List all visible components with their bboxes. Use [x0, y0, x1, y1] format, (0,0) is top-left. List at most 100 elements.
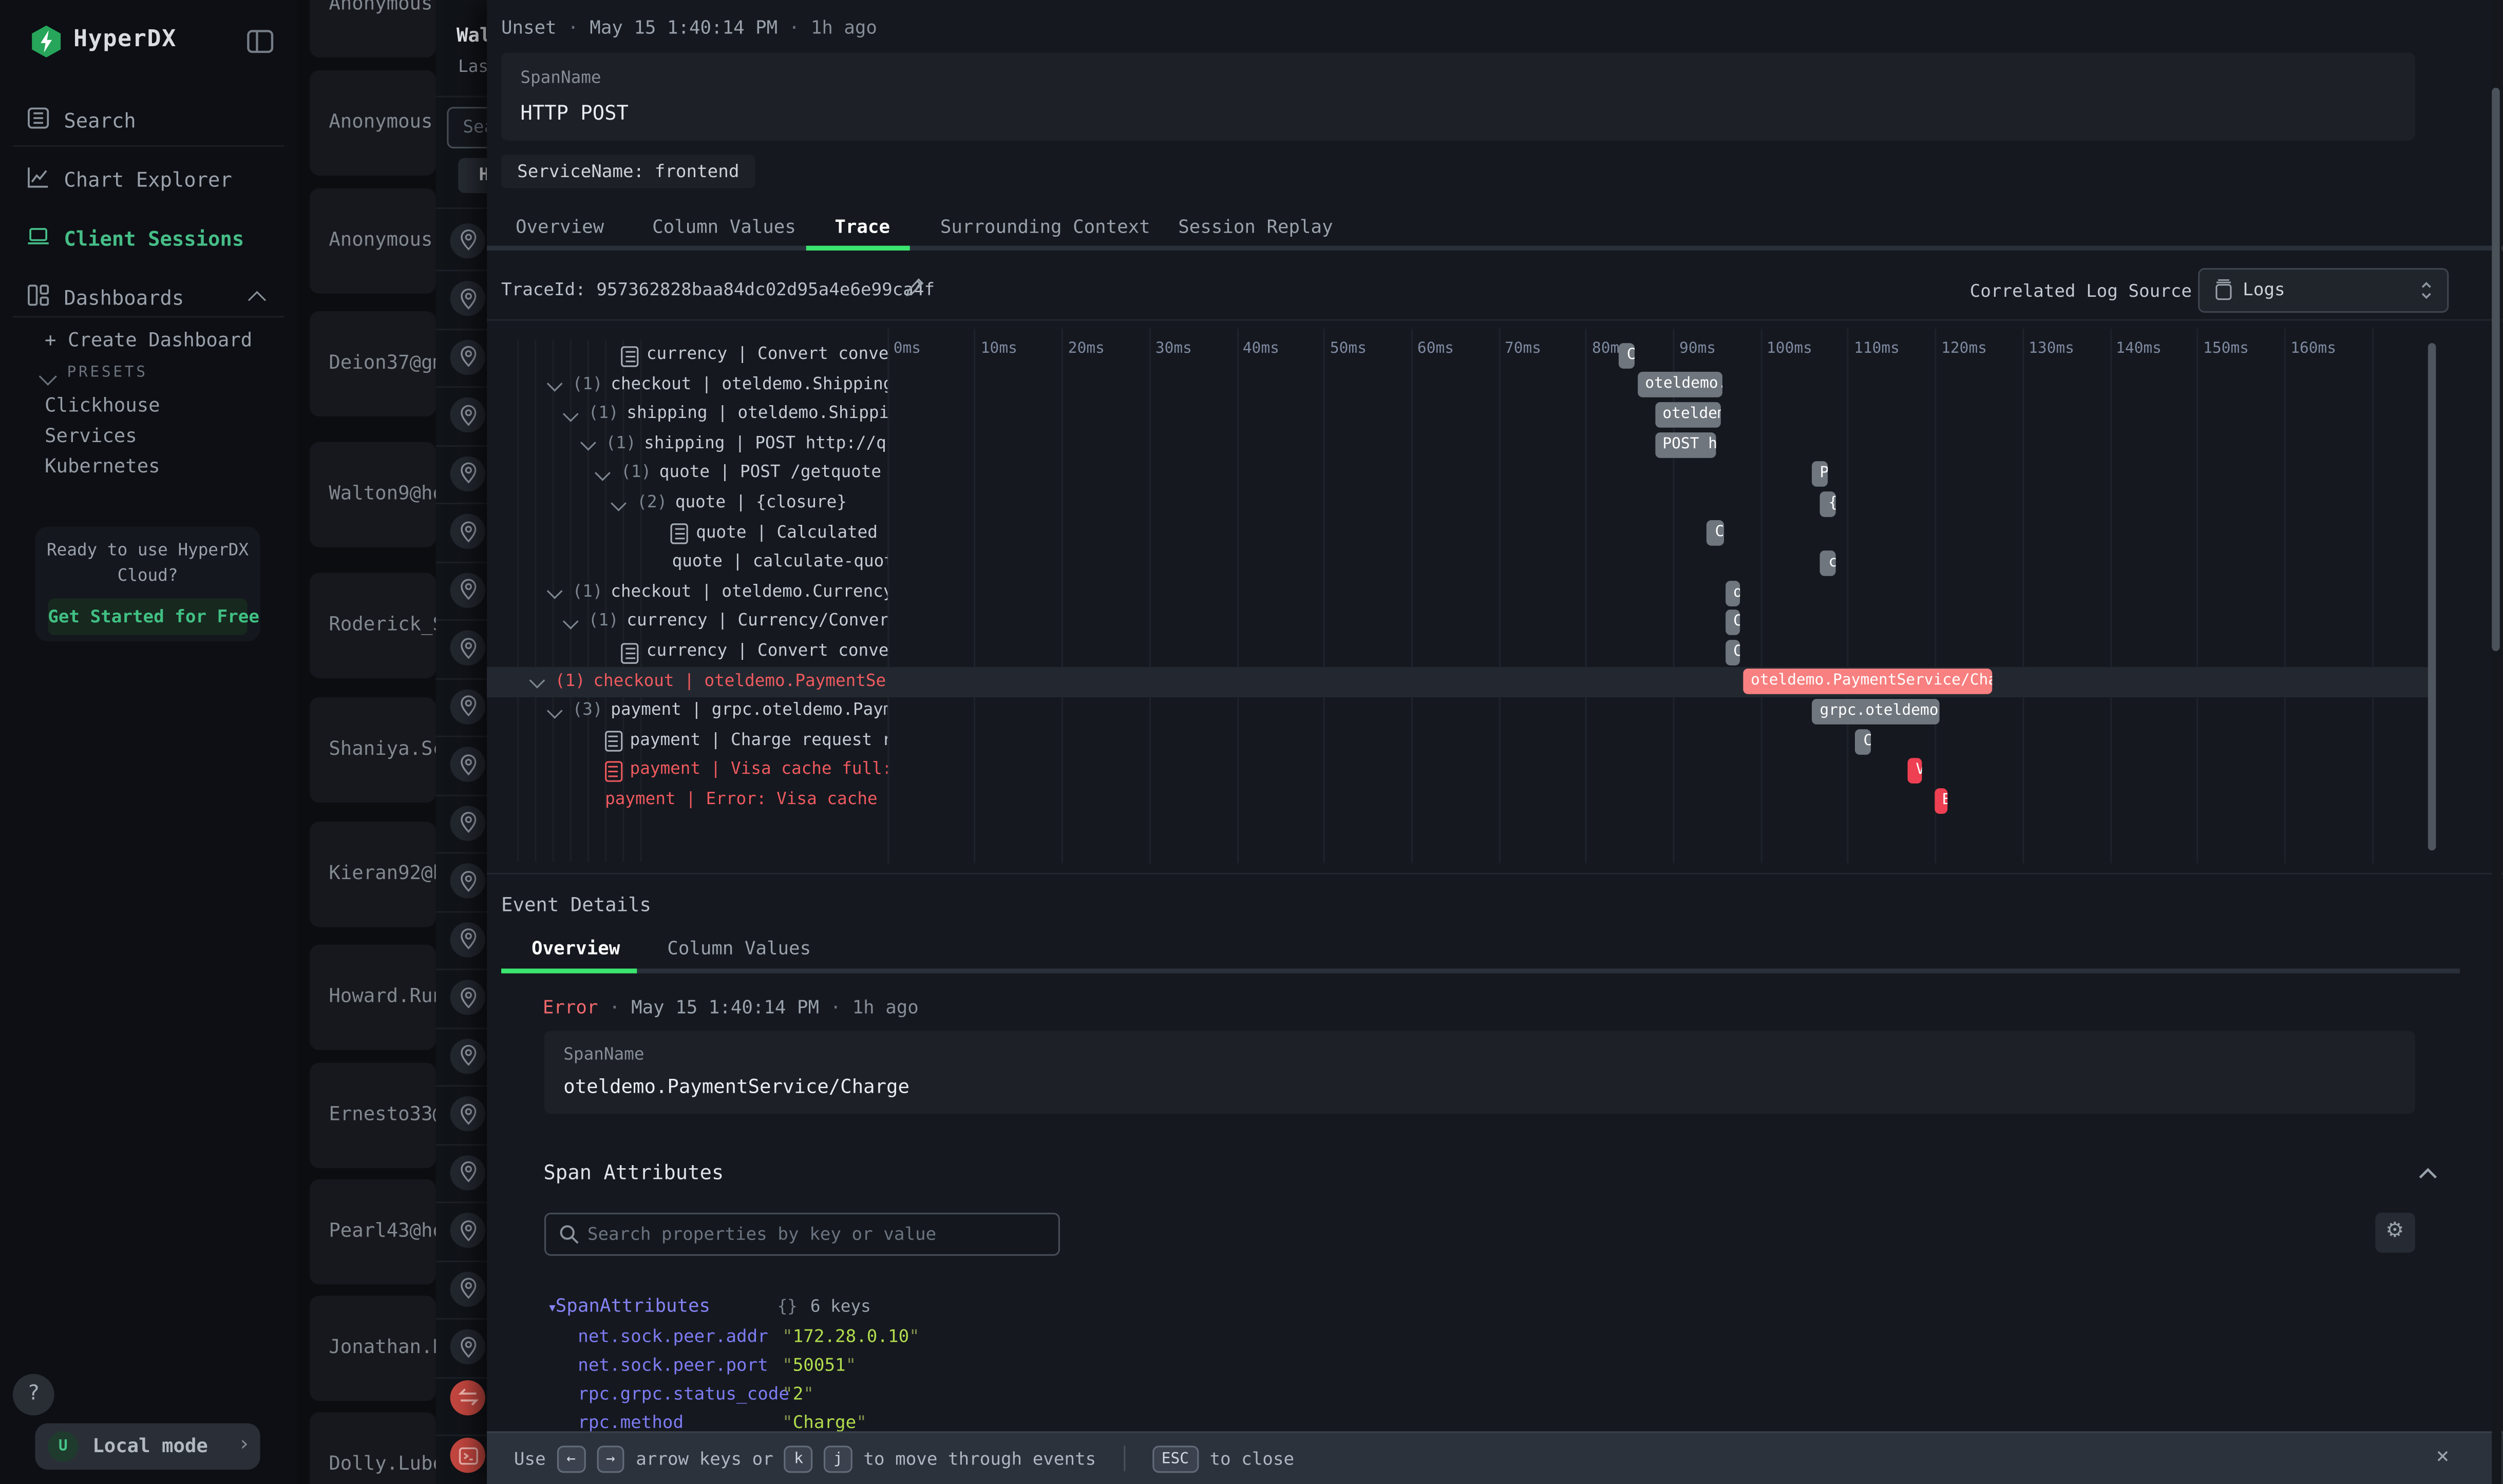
- span-bar[interactable]: {: [1821, 491, 1836, 517]
- location-pin-icon[interactable]: [450, 980, 485, 1015]
- session-card[interactable]: Howard.Run: [310, 945, 436, 1050]
- group-name[interactable]: SpanAttributes: [556, 1294, 710, 1317]
- location-pin-icon[interactable]: [450, 223, 485, 258]
- trace-tree-row[interactable]: currency | Convert convers…C: [0, 340, 2428, 370]
- row-chevron-down-icon[interactable]: [546, 376, 562, 392]
- row-chevron-down-icon[interactable]: [611, 494, 627, 510]
- trace-tree-row[interactable]: (1)shipping | oteldemo.Shipping…oteldemo: [0, 400, 2428, 430]
- span-bar[interactable]: V: [1908, 758, 1923, 784]
- terminal-icon[interactable]: [450, 1438, 485, 1473]
- sidebar-item-search[interactable]: Search: [0, 96, 297, 143]
- swap-arrows-icon[interactable]: [450, 1379, 485, 1414]
- row-chevron-down-icon[interactable]: [546, 702, 562, 718]
- location-pin-icon[interactable]: [450, 1038, 485, 1073]
- trace-tree-row[interactable]: (1)checkout | oteldemo.PaymentServi…otel…: [0, 667, 2428, 697]
- location-pin-icon[interactable]: [450, 922, 485, 957]
- span-bar[interactable]: oteldemo: [1655, 402, 1720, 428]
- location-pin-icon[interactable]: [450, 1097, 485, 1132]
- session-card[interactable]: Anonymous: [310, 70, 436, 176]
- span-bar[interactable]: o: [1725, 580, 1740, 606]
- trace-tree-row[interactable]: payment | Visa cache full: c…V: [0, 756, 2428, 786]
- close-icon[interactable]: ×: [2436, 1444, 2449, 1470]
- session-card[interactable]: Anonymous: [310, 188, 436, 294]
- span-bar[interactable]: C: [1725, 639, 1740, 665]
- tab-overview[interactable]: Overview: [516, 216, 604, 238]
- attributes-group-row[interactable]: ▾SpanAttributes{}6 keys: [549, 1288, 870, 1318]
- trace-tree-row[interactable]: payment | Error: Visa cache ful…E: [0, 786, 2428, 815]
- trace-tree-row[interactable]: quote | calculate-quotec: [0, 548, 2428, 578]
- session-card[interactable]: Anonymous: [310, 0, 436, 58]
- session-card[interactable]: Ernesto33@: [310, 1063, 436, 1168]
- attribute-key[interactable]: net.sock.peer.port: [578, 1354, 768, 1375]
- span-bar[interactable]: C: [1725, 610, 1740, 636]
- span-bar[interactable]: C: [1707, 521, 1723, 546]
- log-source-select[interactable]: Logs: [2198, 268, 2449, 313]
- row-chevron-down-icon[interactable]: [562, 614, 578, 630]
- location-pin-icon[interactable]: [450, 1329, 485, 1364]
- span-bar[interactable]: P: [1812, 462, 1828, 487]
- waterfall-scrollbar[interactable]: [2428, 343, 2436, 850]
- session-card[interactable]: Pearl43@ho: [310, 1179, 436, 1284]
- trace-tree-row[interactable]: (1)checkout | oteldemo.CurrencySe…o: [0, 578, 2428, 608]
- tab-overview[interactable]: Overview: [532, 937, 620, 959]
- location-pin-icon[interactable]: [450, 1155, 485, 1190]
- local-mode-button[interactable]: U Local mode ›: [35, 1423, 260, 1470]
- main-scrollbar-thumb[interactable]: [2492, 88, 2500, 651]
- span-bar[interactable]: POST ht: [1655, 432, 1716, 458]
- strip-search-input[interactable]: Sea: [447, 107, 487, 148]
- trace-tree-row[interactable]: (3)payment | grpc.oteldemo.Paymen…grpc.o…: [0, 697, 2428, 727]
- attribute-value[interactable]: "2": [782, 1383, 814, 1403]
- attribute-value[interactable]: "172.28.0.10": [782, 1325, 920, 1346]
- gear-icon[interactable]: ⚙: [2375, 1213, 2414, 1252]
- trace-tree-row[interactable]: quote | Calculated q…C: [0, 519, 2428, 548]
- span-bar[interactable]: grpc.oteldemo.: [1812, 699, 1939, 725]
- row-chevron-down-icon[interactable]: [595, 465, 611, 481]
- location-pin-icon[interactable]: [450, 281, 485, 316]
- row-chevron-down-icon[interactable]: [546, 584, 562, 600]
- span-bar[interactable]: oteldemo.: [1637, 372, 1722, 398]
- span-bar[interactable]: oteldemo.PaymentService/Char: [1743, 669, 1992, 695]
- attribute-key[interactable]: rpc.method: [578, 1412, 684, 1432]
- trace-tree-row[interactable]: (1)checkout | oteldemo.ShippingSe…otelde…: [0, 370, 2428, 400]
- row-chevron-down-icon[interactable]: [580, 435, 596, 451]
- trace-tree-row[interactable]: (1)quote | POST /getquoteP: [0, 460, 2428, 489]
- tab-trace[interactable]: Trace: [835, 216, 890, 238]
- trace-tree-row[interactable]: (1)currency | Currency/ConvertC: [0, 608, 2428, 638]
- session-card[interactable]: Dolly.Lubo: [310, 1412, 436, 1484]
- attribute-value[interactable]: "50051": [782, 1354, 856, 1375]
- trace-tree-row[interactable]: payment | Charge request rec…C: [0, 727, 2428, 756]
- attribute-key[interactable]: net.sock.peer.addr: [578, 1325, 768, 1346]
- sidebar-item-client-sessions[interactable]: Client Sessions: [0, 214, 297, 261]
- span-bar[interactable]: C: [1619, 343, 1635, 368]
- location-pin-icon[interactable]: [450, 1213, 485, 1248]
- attribute-value[interactable]: "Charge": [782, 1412, 867, 1432]
- sidebar-item-dashboards[interactable]: Dashboards: [0, 273, 297, 320]
- service-name-chip[interactable]: ServiceName: frontend: [501, 155, 755, 188]
- span-bar[interactable]: C: [1855, 729, 1870, 754]
- help-button[interactable]: ?: [13, 1374, 54, 1416]
- trace-tree-row[interactable]: (2)quote | {closure}{: [0, 489, 2428, 519]
- trace-tree-row[interactable]: (1)shipping | POST http://quo…POST ht: [0, 430, 2428, 460]
- edit-pencil-icon[interactable]: [903, 276, 926, 299]
- triangle-down-icon[interactable]: ▾: [549, 1301, 555, 1315]
- trace-tree-row[interactable]: currency | Convert convers…C: [0, 637, 2428, 667]
- row-chevron-down-icon[interactable]: [529, 673, 545, 689]
- attribute-key[interactable]: rpc.grpc.status_code: [578, 1383, 789, 1403]
- span-bar[interactable]: E: [1934, 788, 1948, 813]
- tab-surrounding-context[interactable]: Surrounding Context: [940, 216, 1150, 238]
- sidebar-item-chart-explorer[interactable]: Chart Explorer: [0, 155, 297, 202]
- tab-column-values[interactable]: Column Values: [652, 216, 796, 238]
- select-updown-icon: [2420, 281, 2433, 300]
- collapse-chevron-icon[interactable]: [2417, 1167, 2439, 1181]
- strip-chip-button[interactable]: H: [458, 158, 487, 193]
- tab-column-values[interactable]: Column Values: [667, 937, 811, 959]
- location-pin-icon[interactable]: [450, 1271, 485, 1306]
- session-card[interactable]: Kieran92@h: [310, 822, 436, 927]
- span-bar[interactable]: c: [1821, 550, 1836, 576]
- row-chevron-down-icon[interactable]: [562, 406, 578, 422]
- sidebar-collapse-icon[interactable]: [246, 27, 275, 56]
- tab-session-replay[interactable]: Session Replay: [1178, 216, 1333, 238]
- attributes-search-input[interactable]: Search properties by key or value: [544, 1213, 1060, 1255]
- location-pin-icon[interactable]: [450, 864, 485, 899]
- session-card[interactable]: Jonathan.B: [310, 1296, 436, 1401]
